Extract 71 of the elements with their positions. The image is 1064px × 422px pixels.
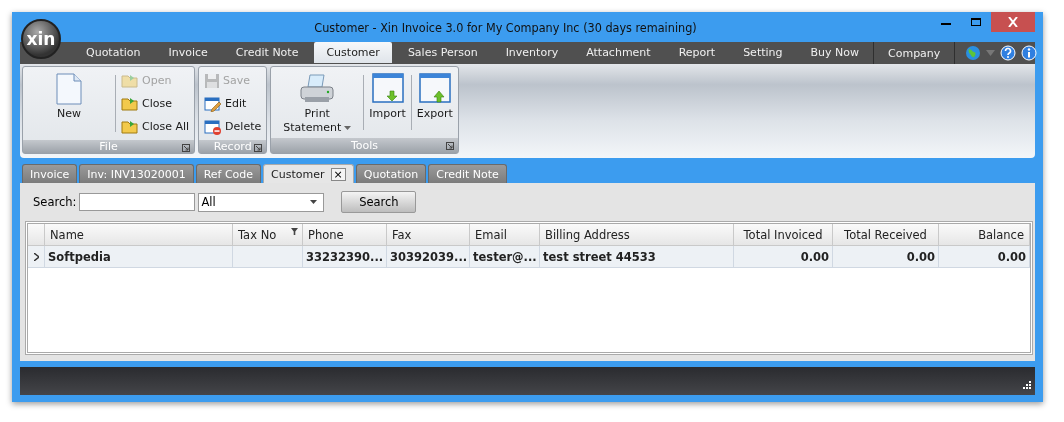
help-icon[interactable] bbox=[1000, 45, 1017, 61]
app-logo[interactable]: xin bbox=[21, 19, 61, 59]
form-minus-icon bbox=[204, 118, 223, 135]
menu-tab[interactable]: Inventory bbox=[493, 42, 571, 63]
column-header[interactable]: Fax bbox=[387, 224, 470, 246]
column-header[interactable]: Total Received bbox=[833, 224, 939, 246]
page-icon bbox=[56, 73, 82, 105]
table-cell: 0.00 bbox=[833, 246, 939, 268]
menu-tab[interactable]: Customer bbox=[314, 42, 392, 63]
up-arrow-window-icon bbox=[418, 73, 451, 105]
ribbon-button[interactable]: Close All bbox=[119, 115, 192, 138]
ribbon-button[interactable]: Delete bbox=[202, 115, 264, 138]
close-icon bbox=[1007, 17, 1019, 27]
table-cell bbox=[233, 246, 303, 268]
ribbon-button[interactable]: New bbox=[26, 69, 112, 138]
close-tab-button[interactable]: × bbox=[330, 167, 346, 181]
folder-icon bbox=[121, 118, 139, 135]
menu-tab[interactable]: Attachment bbox=[574, 42, 663, 63]
filter-dropdown[interactable]: All bbox=[198, 192, 325, 212]
menu-tab[interactable]: Setting bbox=[731, 42, 795, 63]
table-cell: 33232390... bbox=[303, 246, 387, 268]
folder-icon bbox=[121, 95, 139, 112]
column-header[interactable]: Tax No bbox=[233, 224, 303, 246]
column-header[interactable]: Phone bbox=[303, 224, 387, 246]
ribbon-button[interactable]: Edit bbox=[202, 92, 264, 115]
search-field[interactable] bbox=[79, 193, 196, 211]
row-header-corner bbox=[28, 224, 45, 246]
menu-tab[interactable]: Credit Note bbox=[223, 42, 311, 63]
dialog-launcher-icon[interactable] bbox=[182, 144, 191, 152]
document-tab[interactable]: Customer × bbox=[263, 164, 354, 183]
folder-icon bbox=[121, 72, 139, 89]
down-arrow-window-icon bbox=[371, 73, 404, 105]
menu-tab[interactable]: Quotation bbox=[74, 42, 153, 63]
resize-grip-icon[interactable] bbox=[1021, 381, 1031, 391]
search-button[interactable]: Search bbox=[341, 191, 417, 213]
close-button[interactable] bbox=[991, 12, 1035, 32]
menu-tab[interactable]: Invoice bbox=[156, 42, 220, 63]
ribbon-button[interactable]: Print Statement bbox=[274, 69, 361, 136]
table-cell: 0.00 bbox=[939, 246, 1030, 268]
pencil-form-icon bbox=[204, 95, 223, 112]
table-cell: test street 44533 bbox=[540, 246, 734, 268]
table-cell: Softpedia bbox=[45, 246, 233, 268]
row-indicator[interactable] bbox=[28, 246, 45, 268]
menu-tab[interactable]: Buy Now bbox=[798, 42, 871, 63]
menu-tab[interactable]: Report bbox=[666, 42, 728, 63]
dialog-launcher-icon[interactable] bbox=[254, 144, 263, 152]
column-header[interactable]: Name bbox=[45, 224, 233, 246]
ribbon-button[interactable]: Import bbox=[367, 69, 408, 136]
ribbon-button[interactable]: Export bbox=[414, 69, 455, 136]
window-title: Customer - Xin Invoice 3.0 for My Company Inc (30 days remaining) bbox=[313, 19, 698, 35]
printer-icon bbox=[299, 73, 336, 105]
filter-icon[interactable] bbox=[291, 228, 298, 235]
globe-icon[interactable] bbox=[965, 45, 982, 61]
caret-icon bbox=[310, 200, 318, 204]
menu-tab[interactable]: Sales Person bbox=[395, 42, 490, 63]
maximize-icon bbox=[970, 17, 982, 27]
table-cell: 0.00 bbox=[734, 246, 833, 268]
column-header[interactable]: Total Invoiced bbox=[734, 224, 833, 246]
table-cell: tester@... bbox=[470, 246, 540, 268]
search-label: Search: bbox=[33, 195, 77, 209]
group-label: Tools bbox=[350, 139, 379, 152]
document-tab[interactable]: Inv: INV13020001 bbox=[79, 164, 194, 183]
group-label: File bbox=[99, 140, 118, 153]
group-label: Record bbox=[213, 140, 252, 153]
table-cell: 30392039... bbox=[387, 246, 470, 268]
column-header[interactable]: Billing Address bbox=[540, 224, 734, 246]
ribbon-button[interactable]: Close bbox=[119, 92, 192, 115]
column-header[interactable]: Balance bbox=[939, 224, 1030, 246]
column-header[interactable]: Email bbox=[470, 224, 540, 246]
info-icon[interactable] bbox=[1021, 45, 1038, 61]
dialog-launcher-icon[interactable] bbox=[445, 142, 454, 150]
